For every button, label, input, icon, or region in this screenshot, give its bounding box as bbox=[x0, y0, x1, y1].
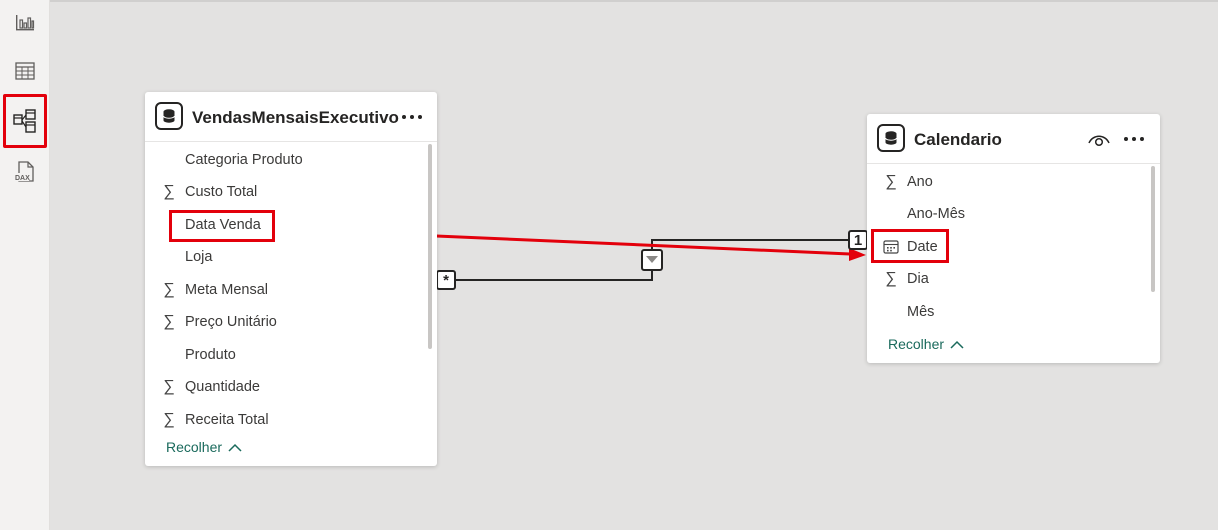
dax-icon: DAX bbox=[14, 161, 34, 182]
chevron-up-icon bbox=[950, 340, 964, 349]
chevron-up-icon bbox=[228, 443, 242, 452]
calendario-table-title: Calendario bbox=[914, 130, 1002, 149]
sigma-icon: ∑ bbox=[885, 270, 897, 287]
table-view-button[interactable] bbox=[6, 52, 44, 90]
collapse-link[interactable]: Recolher bbox=[888, 336, 964, 352]
cross-filter-direction-icon[interactable] bbox=[641, 249, 663, 271]
eye-icon[interactable] bbox=[1088, 132, 1110, 148]
database-icon bbox=[155, 102, 183, 130]
calendario-card-header[interactable]: Calendario bbox=[867, 114, 1160, 164]
one-cardinality-marker[interactable]: 1 bbox=[848, 230, 868, 250]
sigma-icon: ∑ bbox=[163, 378, 175, 395]
svg-text:DAX: DAX bbox=[15, 175, 30, 182]
many-cardinality-marker[interactable]: * bbox=[436, 270, 456, 290]
top-border bbox=[0, 0, 1218, 2]
more-options-icon[interactable] bbox=[1124, 135, 1144, 143]
report-view-button[interactable] bbox=[6, 3, 44, 41]
calendario-scrollbar[interactable] bbox=[1151, 166, 1155, 292]
model-view-button[interactable] bbox=[3, 94, 47, 148]
sigma-icon: ∑ bbox=[163, 411, 175, 428]
vendas-table-title: VendasMensaisExecutivo bbox=[192, 108, 399, 127]
vendas-scrollbar[interactable] bbox=[428, 144, 432, 349]
vendas-table-card[interactable]: VendasMensaisExecutivo Categoria Produto… bbox=[145, 92, 437, 466]
vendas-card-header[interactable]: VendasMensaisExecutivo bbox=[145, 92, 437, 142]
collapse-link[interactable]: Recolher bbox=[166, 439, 242, 455]
model-diagram-icon bbox=[13, 109, 36, 133]
more-options-icon[interactable] bbox=[402, 113, 422, 121]
bar-chart-icon bbox=[16, 15, 35, 31]
sigma-icon: ∑ bbox=[163, 313, 175, 330]
dax-query-view-button[interactable]: DAX bbox=[6, 153, 44, 191]
sigma-icon: ∑ bbox=[163, 183, 175, 200]
calendar-icon bbox=[883, 240, 899, 254]
calendario-table-card[interactable]: Calendario ∑ Ano Ano-Mês Date ∑ Dia Mês … bbox=[867, 114, 1160, 363]
sigma-icon: ∑ bbox=[163, 281, 175, 298]
sigma-icon: ∑ bbox=[885, 173, 897, 190]
view-switcher-rail: DAX bbox=[0, 0, 50, 530]
database-icon bbox=[877, 124, 905, 152]
table-grid-icon bbox=[15, 62, 35, 80]
